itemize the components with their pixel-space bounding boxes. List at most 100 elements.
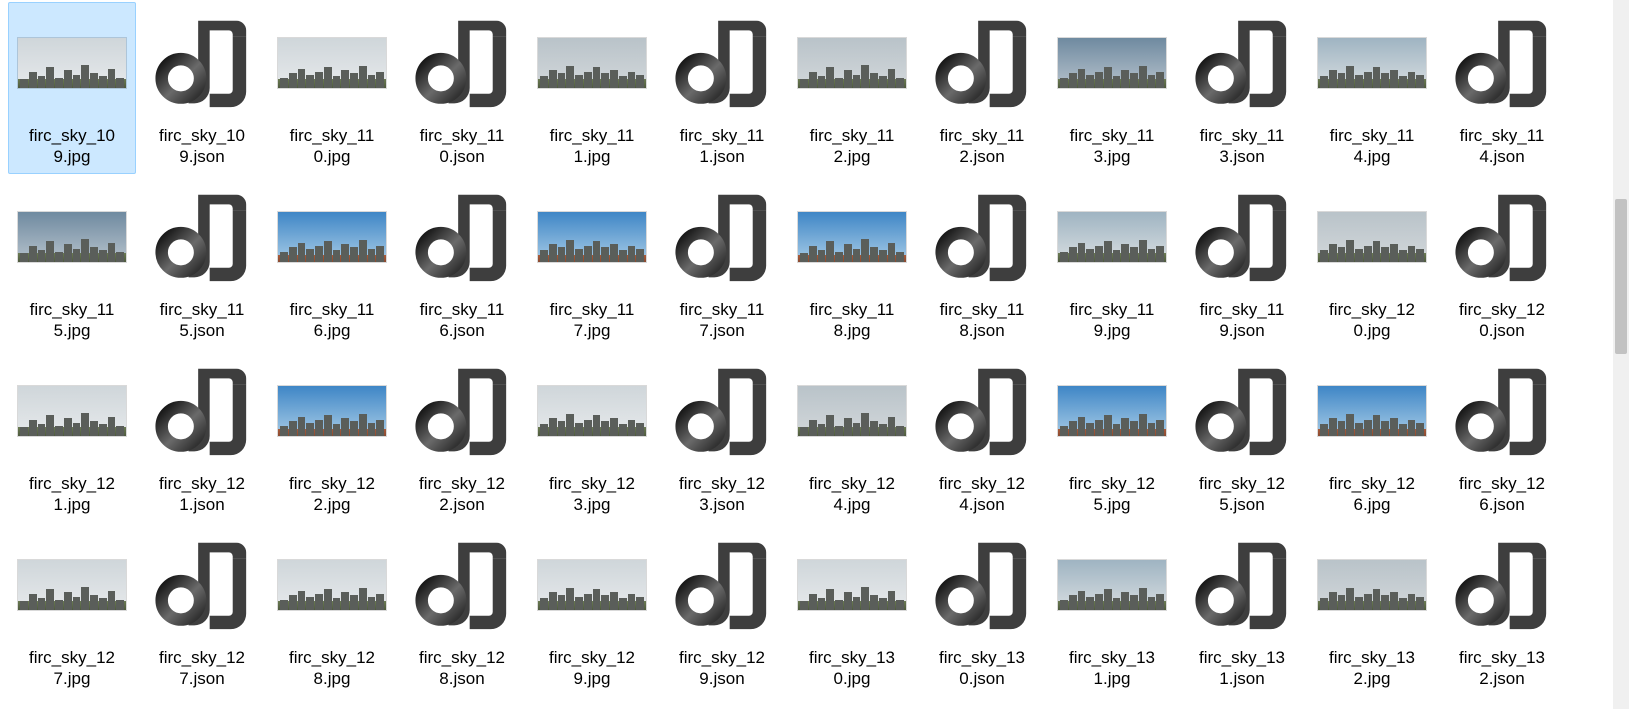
- thumbnail-area: [791, 7, 913, 119]
- file-label-line2: 5.jpg: [1069, 494, 1155, 515]
- file-item[interactable]: firc_sky_112.json: [918, 2, 1046, 174]
- file-item[interactable]: firc_sky_124.jpg: [788, 350, 916, 522]
- file-item[interactable]: firc_sky_116.jpg: [268, 176, 396, 348]
- scrollbar-thumb[interactable]: [1615, 199, 1627, 355]
- file-item[interactable]: firc_sky_120.json: [1438, 176, 1566, 348]
- file-item[interactable]: firc_sky_110.json: [398, 2, 526, 174]
- file-label-line1: firc_sky_12: [1459, 299, 1545, 320]
- file-item[interactable]: firc_sky_132.json: [1438, 524, 1566, 696]
- file-label-line2: 4.jpg: [1330, 146, 1415, 167]
- file-item[interactable]: firc_sky_109.json: [138, 2, 266, 174]
- json-file-icon: [414, 537, 510, 633]
- file-item[interactable]: firc_sky_130.jpg: [788, 524, 916, 696]
- file-label-line2: 3.jpg: [549, 494, 635, 515]
- file-label: firc_sky_110.json: [420, 125, 505, 168]
- file-label-line2: 5.json: [160, 320, 245, 341]
- file-item[interactable]: firc_sky_129.jpg: [528, 524, 656, 696]
- file-item[interactable]: firc_sky_131.json: [1178, 524, 1306, 696]
- thumbnail-area: [401, 529, 523, 641]
- file-item[interactable]: firc_sky_122.json: [398, 350, 526, 522]
- file-label-line1: firc_sky_13: [939, 647, 1025, 668]
- file-label: firc_sky_121.json: [159, 473, 245, 516]
- file-item[interactable]: firc_sky_113.jpg: [1048, 2, 1176, 174]
- file-item[interactable]: firc_sky_128.jpg: [268, 524, 396, 696]
- file-item[interactable]: firc_sky_118.json: [918, 176, 1046, 348]
- thumbnail-area: [531, 529, 653, 641]
- file-item[interactable]: firc_sky_112.jpg: [788, 2, 916, 174]
- file-label-line2: 8.jpg: [810, 320, 895, 341]
- file-label-line2: 2.json: [940, 146, 1025, 167]
- file-item[interactable]: firc_sky_130.json: [918, 524, 1046, 696]
- file-item[interactable]: firc_sky_114.json: [1438, 2, 1566, 174]
- file-label-line2: 9.jpg: [29, 146, 115, 167]
- file-item[interactable]: firc_sky_131.jpg: [1048, 524, 1176, 696]
- json-file-icon: [934, 15, 1030, 111]
- file-item[interactable]: firc_sky_117.jpg: [528, 176, 656, 348]
- file-label-line1: firc_sky_11: [290, 299, 375, 320]
- file-grid[interactable]: firc_sky_109.jpgfirc_sky_109.jsonfirc_sk…: [0, 0, 1629, 698]
- file-item[interactable]: firc_sky_123.json: [658, 350, 786, 522]
- image-thumbnail: [798, 560, 906, 610]
- file-label-line2: 5.jpg: [30, 320, 115, 341]
- thumbnail-area: [921, 355, 1043, 467]
- file-item[interactable]: firc_sky_127.json: [138, 524, 266, 696]
- file-item[interactable]: firc_sky_123.jpg: [528, 350, 656, 522]
- file-label-line1: firc_sky_12: [679, 647, 765, 668]
- json-file-icon: [1454, 537, 1550, 633]
- file-item[interactable]: firc_sky_127.jpg: [8, 524, 136, 696]
- json-file-icon: [674, 537, 770, 633]
- vertical-scrollbar[interactable]: [1613, 0, 1629, 709]
- file-item[interactable]: firc_sky_124.json: [918, 350, 1046, 522]
- file-label-line1: firc_sky_12: [419, 473, 505, 494]
- image-thumbnail: [538, 38, 646, 88]
- file-label-line1: firc_sky_13: [1329, 647, 1415, 668]
- file-item[interactable]: firc_sky_113.json: [1178, 2, 1306, 174]
- file-item[interactable]: firc_sky_114.jpg: [1308, 2, 1436, 174]
- file-item[interactable]: firc_sky_119.json: [1178, 176, 1306, 348]
- file-item[interactable]: firc_sky_129.json: [658, 524, 786, 696]
- thumbnail-area: [1311, 529, 1433, 641]
- file-item[interactable]: firc_sky_126.jpg: [1308, 350, 1436, 522]
- file-label-line2: 6.json: [1459, 494, 1545, 515]
- thumbnail-area: [1051, 355, 1173, 467]
- file-item[interactable]: firc_sky_110.jpg: [268, 2, 396, 174]
- thumbnail-area: [271, 181, 393, 293]
- file-item[interactable]: firc_sky_128.json: [398, 524, 526, 696]
- file-label-line2: 0.jpg: [1329, 320, 1415, 341]
- file-label-line2: 0.json: [420, 146, 505, 167]
- json-file-icon: [1454, 15, 1550, 111]
- file-label-line2: 0.json: [1459, 320, 1545, 341]
- file-label-line1: firc_sky_13: [1069, 647, 1155, 668]
- file-item[interactable]: firc_sky_122.jpg: [268, 350, 396, 522]
- file-item[interactable]: firc_sky_111.jpg: [528, 2, 656, 174]
- file-label-line2: 7.jpg: [550, 320, 635, 341]
- file-label: firc_sky_114.jpg: [1330, 125, 1415, 168]
- thumbnail-area: [921, 181, 1043, 293]
- file-item[interactable]: firc_sky_117.json: [658, 176, 786, 348]
- file-item[interactable]: firc_sky_115.json: [138, 176, 266, 348]
- file-item[interactable]: firc_sky_116.json: [398, 176, 526, 348]
- file-item[interactable]: firc_sky_111.json: [658, 2, 786, 174]
- image-thumbnail: [1318, 212, 1426, 262]
- file-item[interactable]: firc_sky_121.json: [138, 350, 266, 522]
- file-item[interactable]: firc_sky_132.jpg: [1308, 524, 1436, 696]
- file-item[interactable]: firc_sky_121.jpg: [8, 350, 136, 522]
- file-item[interactable]: firc_sky_125.json: [1178, 350, 1306, 522]
- image-thumbnail: [1058, 386, 1166, 436]
- file-item[interactable]: firc_sky_125.jpg: [1048, 350, 1176, 522]
- json-file-icon: [154, 189, 250, 285]
- file-label-line2: 8.json: [940, 320, 1025, 341]
- file-label-line1: firc_sky_12: [939, 473, 1025, 494]
- file-item[interactable]: firc_sky_109.jpg: [8, 2, 136, 174]
- file-label-line1: firc_sky_13: [1199, 647, 1285, 668]
- thumbnail-area: [661, 7, 783, 119]
- file-label-line1: firc_sky_11: [290, 125, 375, 146]
- file-item[interactable]: firc_sky_118.jpg: [788, 176, 916, 348]
- file-label-line1: firc_sky_11: [810, 125, 895, 146]
- file-label-line2: 6.json: [420, 320, 505, 341]
- file-item[interactable]: firc_sky_119.jpg: [1048, 176, 1176, 348]
- file-item[interactable]: firc_sky_115.jpg: [8, 176, 136, 348]
- json-file-icon: [154, 15, 250, 111]
- file-item[interactable]: firc_sky_120.jpg: [1308, 176, 1436, 348]
- file-item[interactable]: firc_sky_126.json: [1438, 350, 1566, 522]
